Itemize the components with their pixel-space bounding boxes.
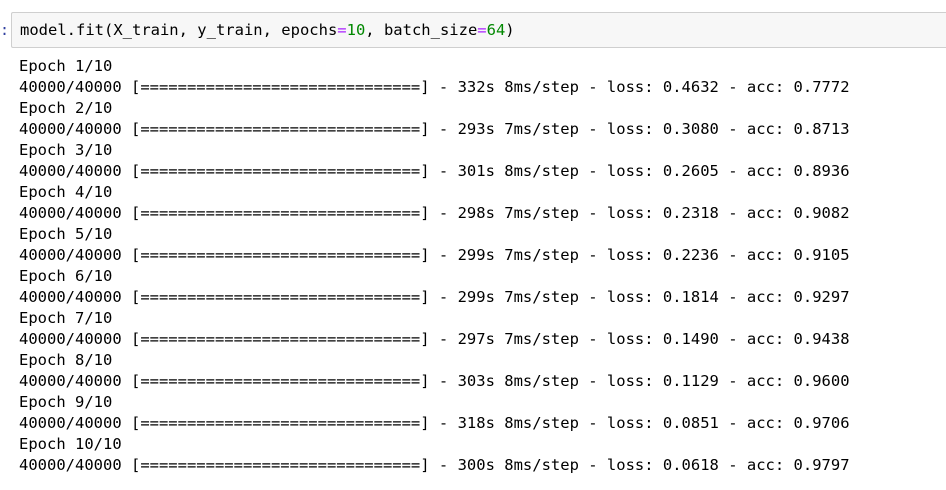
epoch-progress-line: 40000/40000 [===========================…	[19, 330, 850, 348]
epoch-progress-line: 40000/40000 [===========================…	[19, 78, 850, 96]
epoch-progress-line: 40000/40000 [===========================…	[19, 414, 850, 432]
cell-output: Epoch 1/10 40000/40000 [=================…	[19, 56, 944, 486]
epoch-header-line: Epoch 3/10	[19, 141, 113, 159]
cell-prompt-marker: :	[0, 19, 6, 41]
code-token-op: =	[477, 21, 487, 39]
epoch-header-line: Epoch 4/10	[19, 183, 113, 201]
epoch-header-line: Epoch 8/10	[19, 351, 113, 369]
epoch-header-line: Epoch 9/10	[19, 393, 113, 411]
code-cell-input[interactable]: model.fit(X_train, y_train, epochs=10, b…	[11, 12, 946, 48]
code-token-plain: )	[505, 21, 515, 39]
epoch-header-line: Epoch 6/10	[19, 267, 113, 285]
epoch-progress-line: 40000/40000 [===========================…	[19, 120, 850, 138]
epoch-progress-line: 40000/40000 [===========================…	[19, 246, 850, 264]
epoch-progress-line: 40000/40000 [===========================…	[19, 456, 850, 474]
epoch-progress-line: 40000/40000 [===========================…	[19, 288, 850, 306]
code-token-plain: , batch_size	[365, 21, 478, 39]
code-line[interactable]: model.fit(X_train, y_train, epochs=10, b…	[20, 19, 515, 41]
code-token-num: 64	[486, 21, 506, 39]
code-token-plain: model.fit(X_train, y_train, epochs	[20, 21, 338, 39]
epoch-header-line: Epoch 10/10	[19, 435, 122, 453]
epoch-progress-line: 40000/40000 [===========================…	[19, 162, 850, 180]
epoch-header-line: Epoch 5/10	[19, 225, 113, 243]
epoch-progress-line: 40000/40000 [===========================…	[19, 204, 850, 222]
epoch-header-line: Epoch 7/10	[19, 309, 113, 327]
epoch-progress-line: 40000/40000 [===========================…	[19, 372, 850, 390]
code-token-op: =	[337, 21, 347, 39]
epoch-header-line: Epoch 2/10	[19, 99, 113, 117]
code-token-num: 10	[346, 21, 366, 39]
epoch-header-line: Epoch 1/10	[19, 57, 113, 75]
